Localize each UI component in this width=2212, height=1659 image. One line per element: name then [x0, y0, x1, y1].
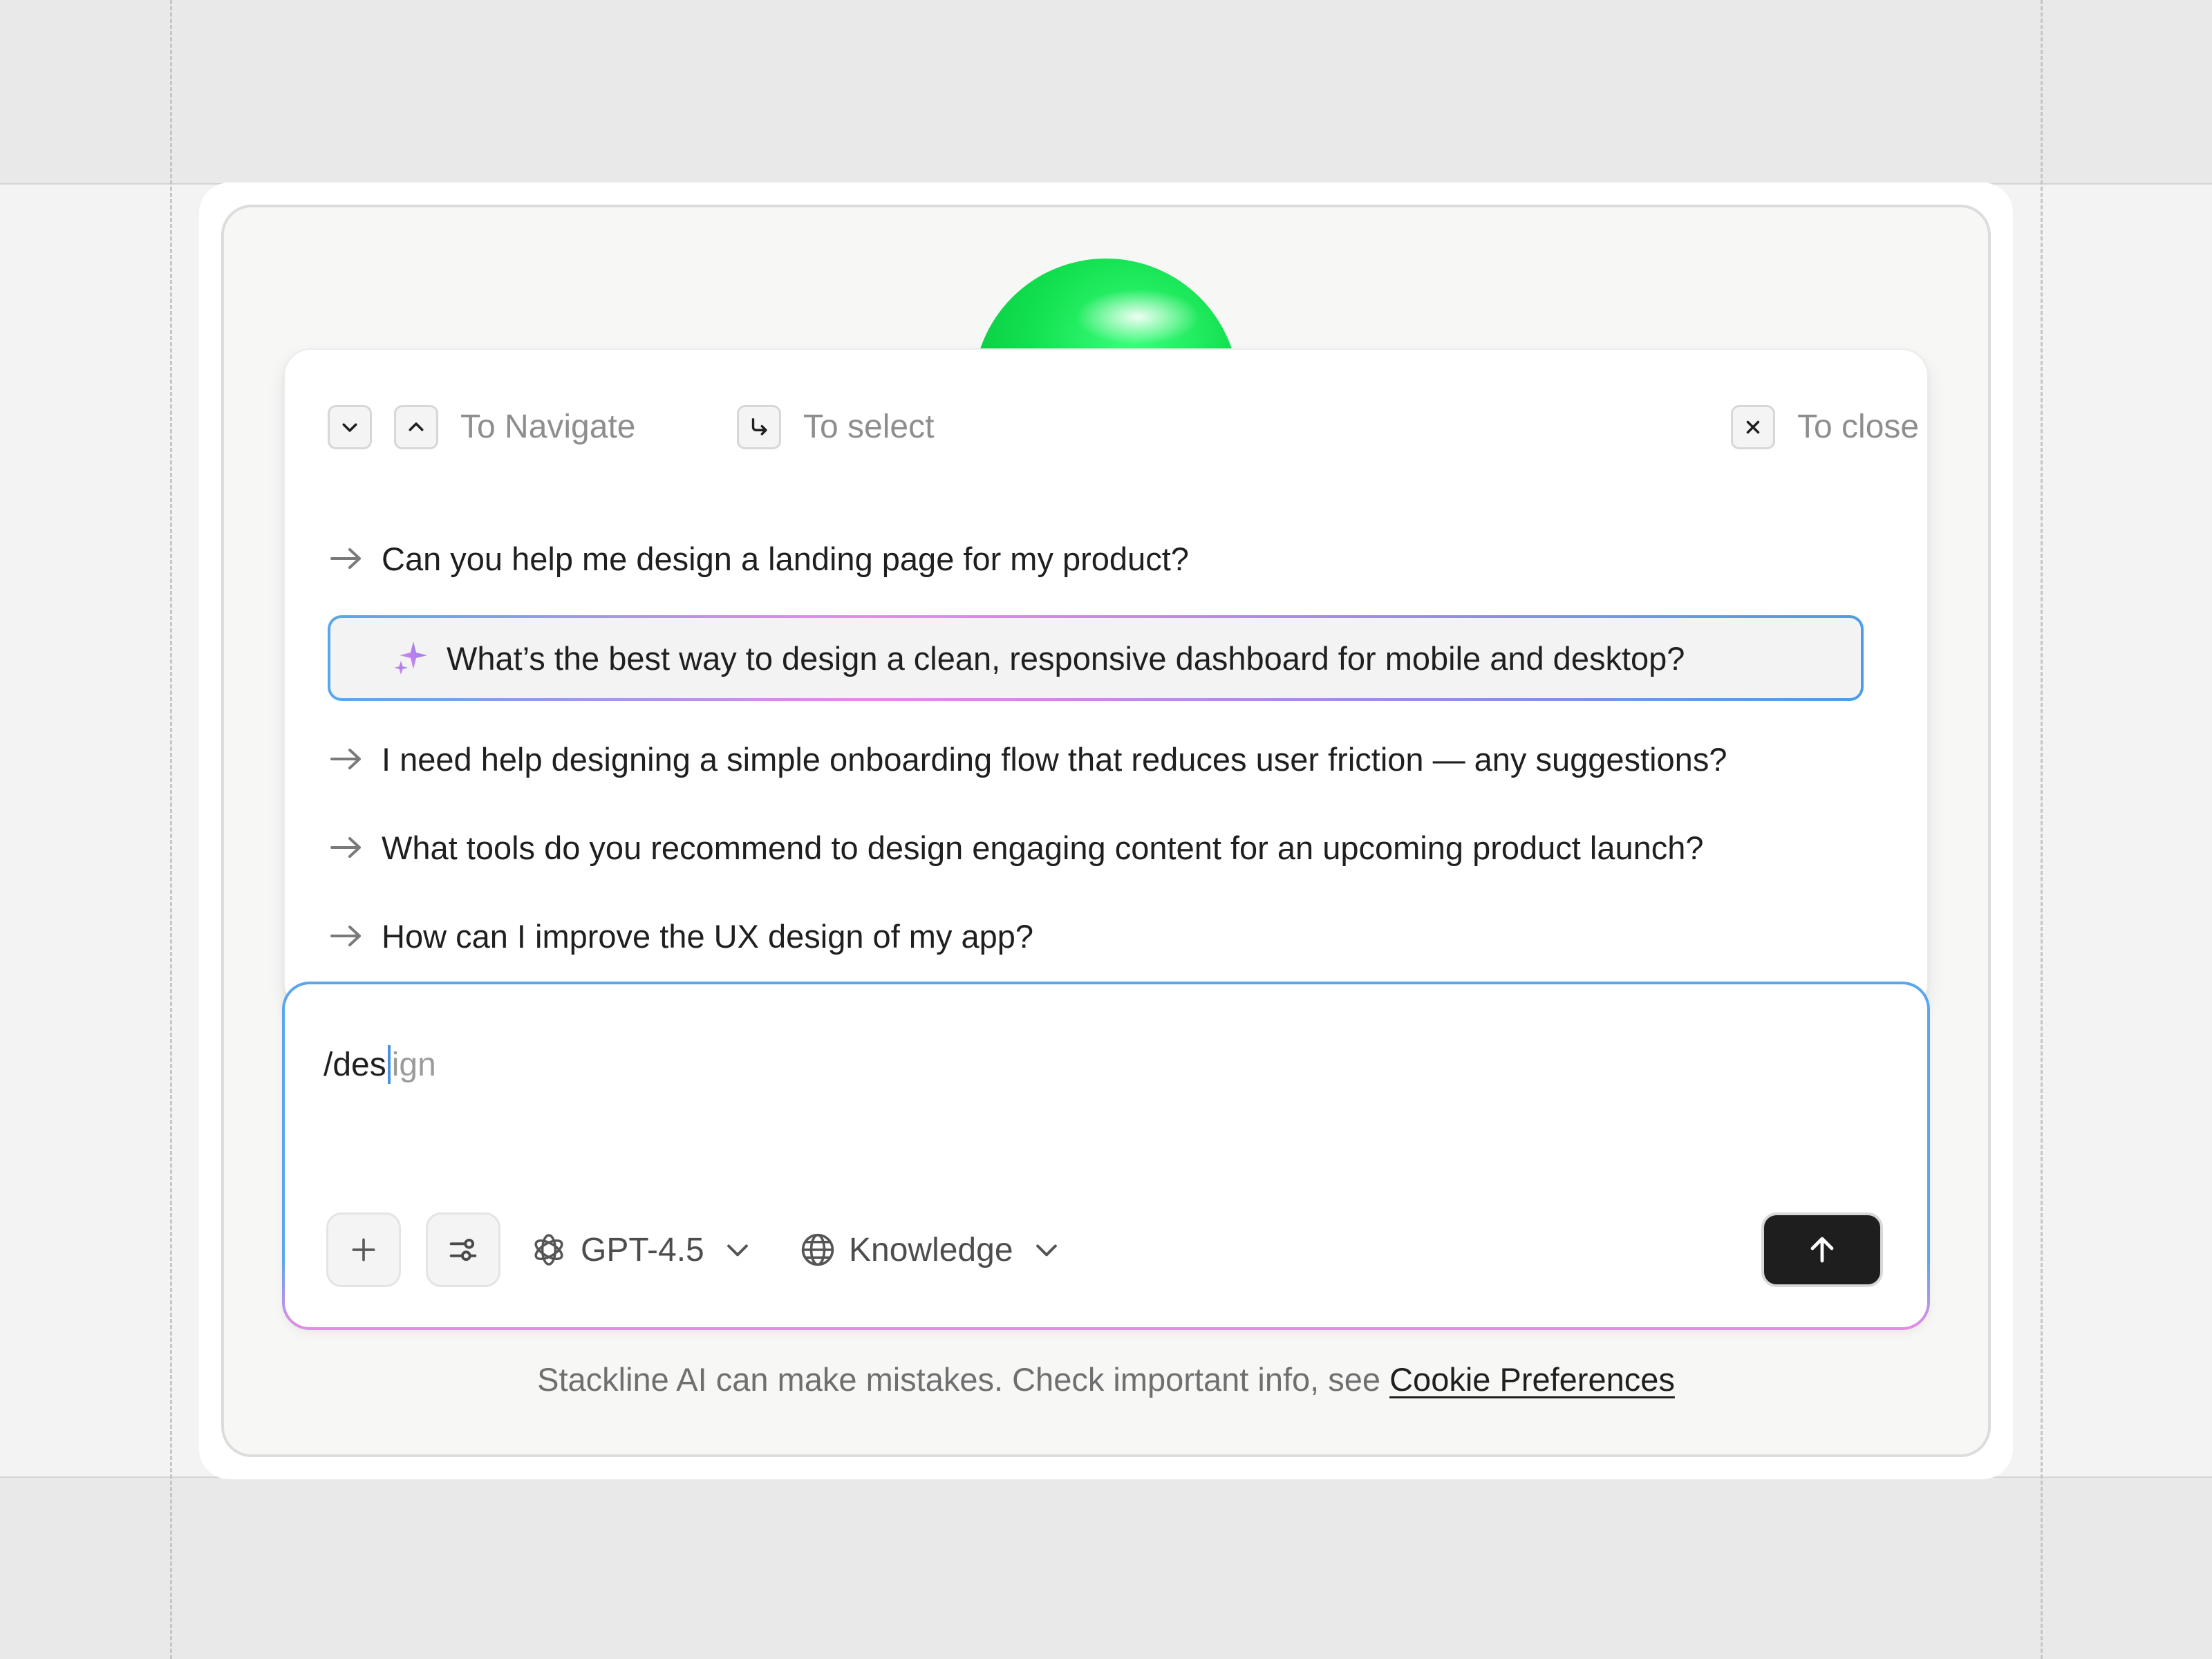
hint-close: To close [1797, 409, 1920, 445]
knowledge-selector[interactable]: Knowledge [799, 1212, 1062, 1287]
suggestion-text: How can I improve the UX design of my ap… [382, 917, 1034, 955]
text-caret [387, 1045, 391, 1084]
prompt-composer[interactable]: /des ign GPT-4.5 Knowledge [282, 982, 1930, 1330]
send-button[interactable] [1761, 1212, 1883, 1287]
suggestion-text: I need help designing a simple onboardin… [382, 740, 1727, 778]
sliders-icon [449, 1238, 477, 1262]
add-attachment-button[interactable] [326, 1212, 401, 1287]
disclaimer-text: Stackline AI can make mistakes. Check im… [537, 1361, 1381, 1398]
suggestion-text: What’s the best way to design a clean, r… [447, 639, 1685, 677]
disclaimer: Stackline AI can make mistakes. Check im… [0, 1355, 2212, 1405]
chevron-down-icon [1035, 1244, 1057, 1257]
suggestion-item-active[interactable]: What’s the best way to design a clean, r… [328, 615, 1864, 701]
typed-text: /des [324, 1047, 386, 1083]
suggestion-item[interactable]: I need help designing a simple onboardin… [328, 724, 1727, 794]
cookie-preferences-link[interactable]: Cookie Preferences [1389, 1361, 1675, 1398]
settings-button[interactable] [426, 1212, 500, 1287]
suggestion-text: What tools do you recommend to design en… [382, 829, 1704, 866]
chevron-down-icon [727, 1244, 748, 1257]
hint-select: To select [803, 409, 935, 445]
sparkle-icon [394, 641, 427, 675]
arrow-right-icon [330, 548, 361, 569]
suggestion-item[interactable]: Can you help me design a landing page fo… [328, 524, 1189, 593]
suggestions-dropdown: To Navigate To select To close Can you h… [283, 348, 1929, 1011]
suggestion-item[interactable]: What tools do you recommend to design en… [328, 813, 1704, 882]
arrow-up-icon [1810, 1237, 1834, 1263]
globe-icon [801, 1233, 834, 1266]
close-icon[interactable] [1731, 405, 1775, 449]
guide-line-left [170, 0, 172, 1659]
openai-icon [534, 1234, 563, 1266]
autocomplete-text: ign [391, 1047, 436, 1083]
hint-navigate: To Navigate [460, 409, 636, 445]
model-label: GPT-4.5 [581, 1231, 704, 1268]
enter-icon [737, 405, 781, 449]
plus-icon [352, 1238, 375, 1262]
keyboard-hints: To Navigate To select To close [328, 405, 1919, 453]
knowledge-label: Knowledge [849, 1231, 1013, 1268]
arrow-right-icon [330, 749, 361, 769]
suggestion-item[interactable]: How can I improve the UX design of my ap… [328, 901, 1033, 971]
arrow-right-icon [330, 926, 361, 946]
chevron-up-icon [394, 405, 438, 449]
prompt-input[interactable]: /des ign [324, 1041, 436, 1089]
model-selector[interactable]: GPT-4.5 [529, 1212, 753, 1287]
chevron-down-icon [328, 405, 372, 449]
arrow-right-icon [330, 837, 361, 858]
guide-line-right [2041, 0, 2043, 1659]
suggestion-text: Can you help me design a landing page fo… [382, 540, 1189, 577]
